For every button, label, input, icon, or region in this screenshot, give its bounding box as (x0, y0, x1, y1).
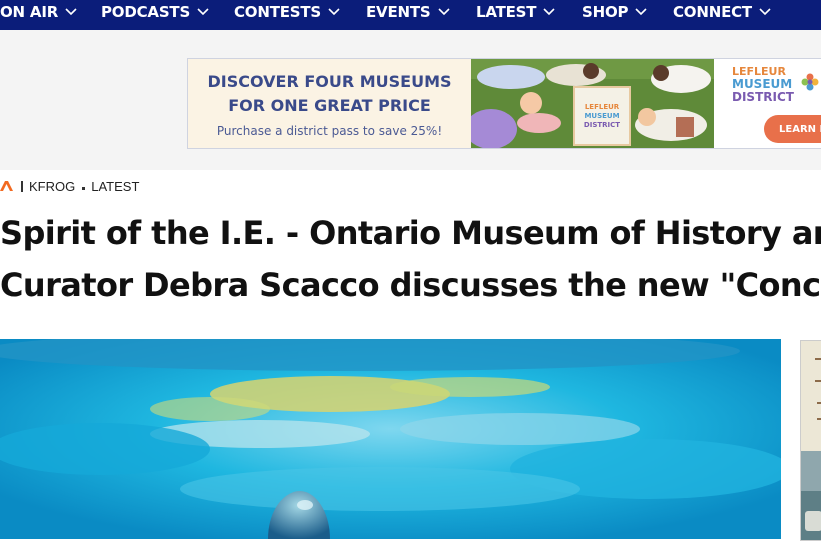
ad-subtext: Purchase a district pass to save 25%! (216, 124, 443, 138)
breadcrumb-item-latest[interactable]: LATEST (91, 179, 139, 194)
ad-area: DISCOVER FOUR MUSEUMS FOR ONE GREAT PRIC… (0, 30, 821, 170)
ad-brand: LEFLEUR MUSEUM DISTRICT LEARN M (714, 59, 821, 148)
ad-headline-line1: DISCOVER FOUR MUSEUMS (207, 72, 452, 91)
breadcrumb-dot (82, 186, 86, 190)
nav-item-label: ON AIR (0, 3, 59, 21)
nav-item-shop[interactable]: SHOP (582, 0, 647, 24)
side-ad[interactable] (800, 340, 821, 541)
chevron-down-icon (437, 8, 450, 16)
nav-item-label: SHOP (582, 3, 629, 21)
chevron-down-icon (65, 8, 77, 16)
chevron-down-icon (759, 8, 771, 16)
ad-photo-sign-line1: LEFLEUR (585, 103, 620, 111)
hero-image[interactable] (0, 339, 781, 539)
side-ad-image (801, 341, 821, 540)
nav-item-label: CONTESTS (234, 3, 322, 21)
ad-photo-illustration: LEFLEUR MUSEUM DISTRICT (471, 59, 714, 148)
nav-item-events[interactable]: EVENTS (366, 0, 450, 24)
chevron-down-icon (197, 8, 209, 16)
ad-headline-line2: FOR ONE GREAT PRICE (228, 96, 431, 115)
page-title-line2: Curator Debra Scacco discusses the new "… (0, 266, 821, 304)
ad-copy: DISCOVER FOUR MUSEUMS FOR ONE GREAT PRIC… (188, 59, 471, 148)
ad-photo-sign-line3: DISTRICT (584, 121, 620, 129)
ad-photo-sign-line2: MUSEUM (584, 112, 619, 120)
chevron-down-icon (543, 8, 555, 16)
water-droplet-image (0, 339, 781, 539)
ad-banner[interactable]: DISCOVER FOUR MUSEUMS FOR ONE GREAT PRIC… (187, 58, 821, 149)
nav-item-latest[interactable]: LATEST (476, 0, 555, 24)
ad-photo: LEFLEUR MUSEUM DISTRICT (471, 59, 714, 148)
nav-item-label: EVENTS (366, 3, 431, 21)
nav-item-connect[interactable]: CONNECT (673, 0, 771, 24)
page-title-line1: Spirit of the I.E. - Ontario Museum of H… (0, 214, 821, 252)
nav-item-on-air[interactable]: ON AIR (0, 0, 77, 24)
flower-icon (801, 73, 819, 91)
breadcrumb-separator (21, 180, 23, 192)
nav-item-label: CONNECT (673, 3, 752, 21)
breadcrumb: KFROG LATEST (0, 178, 139, 194)
nav-item-podcasts[interactable]: PODCASTS (101, 0, 209, 24)
page-title: Spirit of the I.E. - Ontario Museum of H… (0, 207, 821, 311)
nav-item-contests[interactable]: CONTESTS (234, 0, 340, 24)
learn-more-button[interactable]: LEARN M (764, 115, 821, 143)
ad-logo: LEFLEUR MUSEUM DISTRICT (732, 65, 812, 104)
nav-item-label: PODCASTS (101, 3, 191, 21)
ad-logo-line3: DISTRICT (732, 90, 794, 104)
audacy-logo-icon[interactable] (0, 181, 14, 191)
chevron-down-icon (328, 8, 340, 16)
nav-item-label: LATEST (476, 3, 537, 21)
breadcrumb-item-kfrog[interactable]: KFROG (29, 179, 75, 194)
top-nav: ON AIR PODCASTS CONTESTS EVENTS LATEST S… (0, 0, 821, 30)
chevron-down-icon (635, 8, 647, 16)
